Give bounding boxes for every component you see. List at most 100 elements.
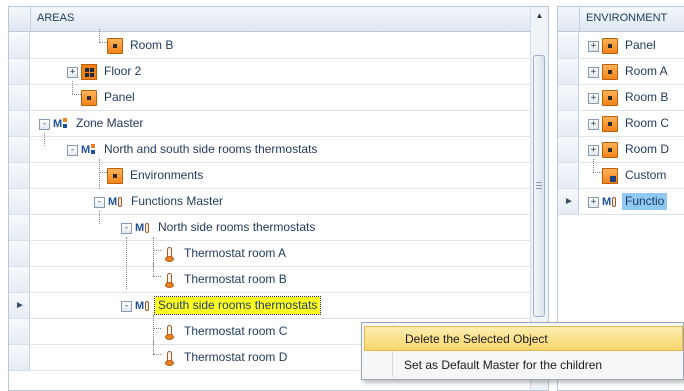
tree-node[interactable]: Floor 2 [81,63,144,80]
tree-node[interactable]: M Zone Master [53,115,146,132]
row-header[interactable] [9,85,30,111]
tree-row[interactable]: + Room A [580,59,684,85]
row-header[interactable] [558,137,579,163]
tree-row[interactable]: Environments [31,159,530,189]
tree-node[interactable]: M South side rooms thermostats [135,296,322,315]
expand-button[interactable]: + [588,93,599,104]
tree-node[interactable]: Thermostat room A [161,245,289,262]
expand-button[interactable]: + [588,145,599,156]
expand-button[interactable]: + [588,119,599,130]
set-default-master-menu-item[interactable]: Set as Default Master for the children [364,353,683,378]
tree-node[interactable]: Environments [107,167,206,184]
tree-node-label[interactable]: Room B [127,37,176,54]
environments-column-header[interactable]: ENVIRONMENT [580,7,684,32]
tree-node-label[interactable]: North and south side rooms thermostats [101,141,320,158]
tree-node-label[interactable]: Thermostat room A [181,245,289,262]
areas-column-header[interactable]: AREAS [31,7,548,32]
room-icon [602,37,618,54]
tree-row[interactable]: - M Functions Master [31,189,530,215]
row-header-current[interactable]: ► [9,293,30,319]
row-header[interactable] [9,59,30,85]
row-header[interactable] [9,137,30,163]
row-header[interactable] [558,163,579,189]
tree-node[interactable]: Room D [602,141,672,158]
tree-node-label[interactable]: Room C [622,115,672,132]
tree-node[interactable]: Thermostat room B [161,271,290,288]
tree-node-label[interactable]: Panel [622,37,659,54]
row-header[interactable] [558,111,579,137]
tree-row[interactable]: + Panel [580,33,684,59]
row-header[interactable] [9,33,30,59]
tree-row[interactable]: Room B [31,29,530,59]
collapse-button[interactable]: - [121,301,132,312]
row-header[interactable] [9,241,30,267]
row-header[interactable] [9,345,30,371]
row-header[interactable] [9,163,30,189]
tree-row[interactable]: + Floor 2 [31,59,530,85]
tree-node-label[interactable]: Custom [622,167,669,184]
tree-node[interactable]: Room B [107,37,176,54]
tree-row-selected[interactable]: + M Functio [580,189,684,215]
tree-node-label[interactable]: North side rooms thermostats [155,219,318,236]
tree-node-label[interactable]: Thermostat room D [181,349,290,366]
tree-node-label[interactable]: Environments [127,167,206,184]
tree-row[interactable]: - M North and south side rooms thermosta… [31,133,530,163]
collapse-button[interactable]: - [94,197,105,208]
collapse-button[interactable]: - [39,119,50,130]
row-header[interactable] [9,189,30,215]
scrollbar-thumb[interactable] [533,55,545,317]
tree-node-label[interactable]: Panel [101,89,138,106]
tree-row[interactable]: Custom [580,159,684,189]
tree-node-label-selected[interactable]: Functio [622,193,668,210]
tree-node-label[interactable]: Floor 2 [101,63,144,80]
tree-row[interactable]: Thermostat room A [31,237,530,289]
tree-node-label[interactable]: Room D [622,141,672,158]
row-header[interactable] [558,33,579,59]
scroll-up-arrow-icon[interactable]: ▲ [531,7,548,24]
row-header-current[interactable]: ► [558,189,579,215]
row-header[interactable] [9,267,30,293]
tree-row-selected[interactable]: - M South side rooms thermostats [31,293,530,319]
tree-node[interactable]: Room C [602,115,672,132]
expand-button[interactable]: + [588,41,599,52]
tree-row[interactable]: + Room D [580,137,684,163]
tree-node-label[interactable]: Functions Master [128,193,226,210]
tree-node[interactable]: M North side rooms thermostats [135,219,318,236]
tree-node[interactable]: Room B [602,89,671,106]
tree-node-label[interactable]: Room A [622,63,671,80]
expand-button[interactable]: + [588,197,599,208]
row-header[interactable] [9,319,30,345]
row-header[interactable] [9,215,30,241]
tree-node[interactable]: M North and south side rooms thermostats [81,141,320,158]
row-header[interactable] [9,111,30,137]
expand-button[interactable]: + [67,67,78,78]
tree-node-label[interactable]: Room B [622,89,671,106]
tree-node[interactable]: M Functions Master [108,193,226,210]
room-icon [602,89,618,106]
collapse-button[interactable]: - [67,145,78,156]
tree-row[interactable]: + Room B [580,85,684,111]
collapse-button[interactable]: - [121,223,132,234]
tree-node[interactable]: Thermostat room C [161,323,290,340]
tree-node[interactable]: Thermostat room D [161,349,290,366]
expand-button[interactable]: + [588,67,599,78]
tree-node[interactable]: Room A [602,63,671,80]
row-header[interactable] [558,85,579,111]
tree-node[interactable]: M Functio [602,193,668,210]
tree-row[interactable]: + Room C [580,111,684,137]
current-row-arrow-icon: ► [15,300,25,311]
room-icon [107,37,123,54]
tree-node[interactable]: Panel [602,37,659,54]
tree-row[interactable]: - M North side rooms thermostats [31,211,530,241]
tree-row[interactable]: Panel [31,81,530,111]
row-header[interactable] [558,59,579,85]
tree-node-label[interactable]: Thermostat room C [181,323,290,340]
tree-row[interactable]: - M Zone Master [31,111,530,137]
tree-node[interactable]: Panel [81,89,138,106]
tree-node[interactable]: Custom [602,167,669,184]
tree-node-label[interactable]: Zone Master [73,115,146,132]
tree-node-label-selected[interactable]: South side rooms thermostats [153,296,322,315]
delete-selected-object-menu-item[interactable]: Delete the Selected Object [364,326,683,351]
tree-node-label[interactable]: Thermostat room B [181,271,290,288]
tree-row[interactable]: Thermostat room B [31,263,530,293]
